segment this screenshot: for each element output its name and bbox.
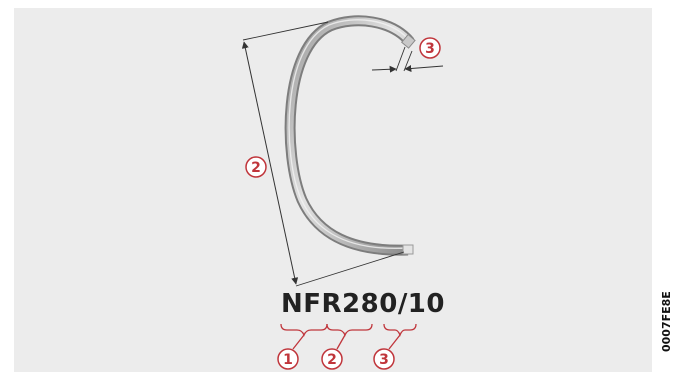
designation-marker-1: 1 <box>277 348 299 370</box>
thickness-arrow-right <box>404 65 444 72</box>
designation-braces <box>280 323 417 350</box>
leader-3 <box>388 334 401 350</box>
brace-3 <box>383 323 417 337</box>
marker-number: 1 <box>283 352 293 368</box>
brace-1 <box>280 323 328 337</box>
marker-number: 2 <box>327 352 337 368</box>
callout-number: 2 <box>251 160 261 176</box>
leader-1 <box>292 334 305 350</box>
thickness-extension-2 <box>403 50 413 72</box>
designation-marker-2: 2 <box>321 348 343 370</box>
designation-marker-3: 3 <box>373 348 395 370</box>
leader-2 <box>336 334 346 350</box>
ring-diagram: 2 3 1 2 3 <box>241 15 444 370</box>
marker-number: 3 <box>379 352 389 368</box>
diameter-extension-bottom <box>295 251 405 287</box>
image-code: 0007FE8E <box>660 291 673 352</box>
designation-text: NFR280/10 <box>281 289 445 319</box>
callout-thickness: 3 <box>419 37 441 59</box>
callout-number: 3 <box>425 41 435 57</box>
illustration-canvas: 2 3 1 2 3 NFR280/10 0007FE8E <box>0 0 681 380</box>
brace-2 <box>326 323 373 337</box>
thickness-arrow-left <box>371 65 397 73</box>
thickness-extension-1 <box>395 46 406 72</box>
snap-ring <box>284 15 416 256</box>
callout-diameter: 2 <box>245 156 267 178</box>
